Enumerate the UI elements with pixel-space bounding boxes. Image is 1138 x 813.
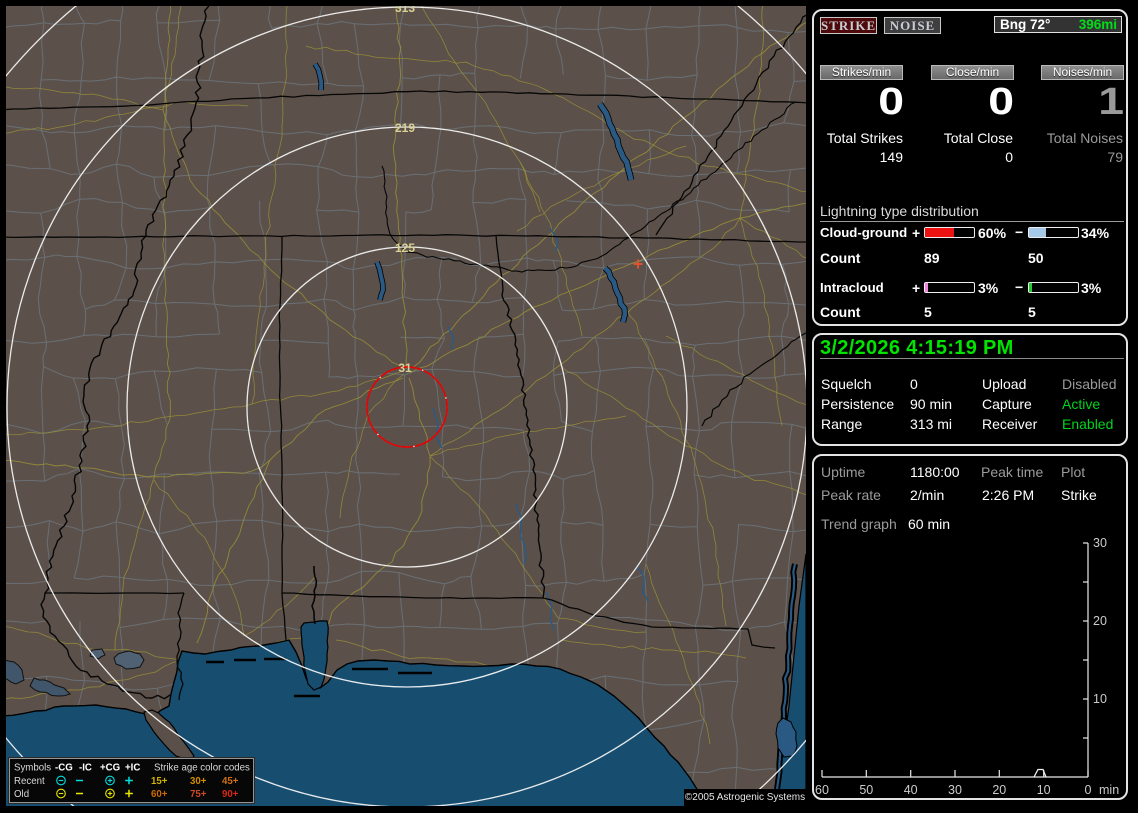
svg-text:30: 30 bbox=[948, 783, 962, 797]
svg-text:10: 10 bbox=[1093, 692, 1107, 706]
svg-text:20: 20 bbox=[1093, 614, 1107, 628]
svg-text:60+: 60+ bbox=[151, 789, 168, 800]
svg-text:60: 60 bbox=[815, 783, 829, 797]
svg-text:50: 50 bbox=[859, 783, 873, 797]
svg-text:min: min bbox=[1099, 783, 1119, 797]
svg-text:Recent: Recent bbox=[14, 776, 45, 787]
svg-text:Strike age color codes: Strike age color codes bbox=[154, 763, 250, 774]
svg-text:10: 10 bbox=[1037, 783, 1051, 797]
svg-text:Symbols: Symbols bbox=[14, 763, 51, 774]
svg-text:20: 20 bbox=[992, 783, 1006, 797]
svg-text:0: 0 bbox=[1085, 783, 1092, 797]
svg-text:15+: 15+ bbox=[151, 776, 168, 787]
svg-text:-CG: -CG bbox=[55, 763, 73, 774]
svg-text:313: 313 bbox=[395, 6, 415, 15]
svg-text:219: 219 bbox=[395, 121, 415, 135]
svg-text:Old: Old bbox=[14, 789, 29, 800]
svg-text:30+: 30+ bbox=[190, 776, 207, 787]
svg-text:31: 31 bbox=[398, 361, 412, 375]
svg-text:75+: 75+ bbox=[190, 789, 207, 800]
svg-text:30: 30 bbox=[1093, 536, 1107, 550]
svg-text:40: 40 bbox=[904, 783, 918, 797]
svg-text:-IC: -IC bbox=[79, 763, 92, 774]
svg-text:+CG: +CG bbox=[100, 763, 120, 774]
svg-text:90+: 90+ bbox=[222, 789, 239, 800]
svg-text:125: 125 bbox=[395, 241, 415, 255]
svg-text:45+: 45+ bbox=[222, 776, 239, 787]
svg-text:+IC: +IC bbox=[125, 763, 140, 774]
